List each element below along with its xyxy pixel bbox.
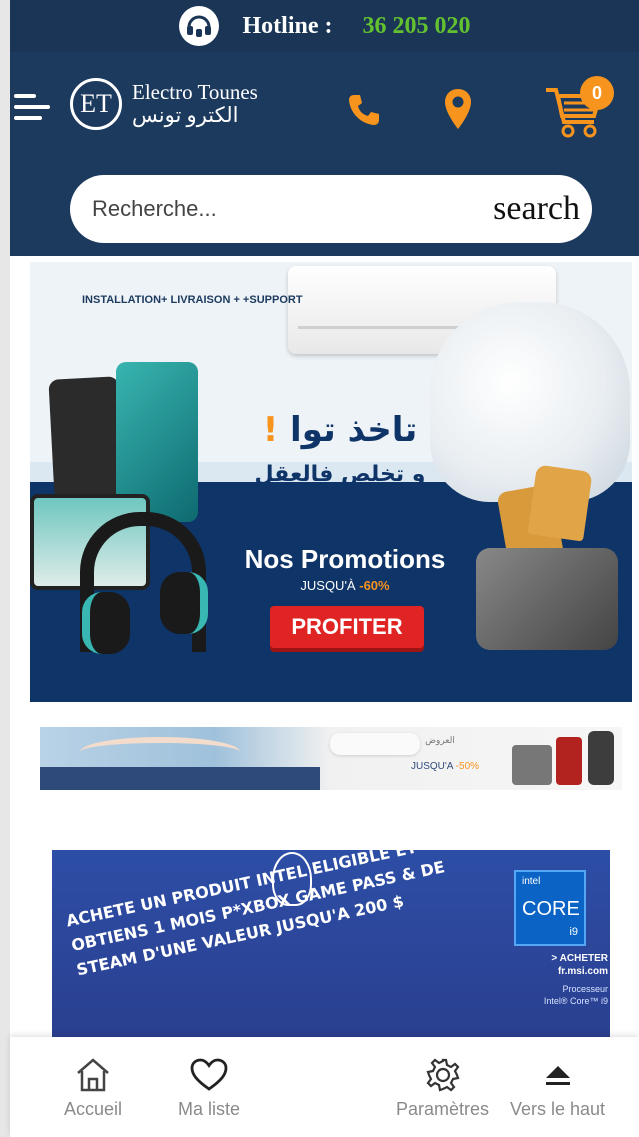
logo-name-en: Electro Tounes bbox=[132, 80, 258, 104]
menu-icon[interactable] bbox=[14, 94, 54, 122]
heart-icon bbox=[189, 1055, 229, 1095]
cart-button[interactable]: 0 bbox=[536, 76, 614, 142]
nav-label: Vers le haut bbox=[510, 1099, 606, 1119]
site-header: Hotline : 36 205 020 ET Electro Tounes ا… bbox=[10, 0, 639, 256]
intel-cta-text: > ACHETER fr.msi.com Processeur Intel® C… bbox=[543, 953, 608, 1006]
nav-item-parametres[interactable]: Paramètres bbox=[396, 1055, 489, 1120]
banner-arabic-subtitle: و تخلص فالعقل bbox=[254, 462, 426, 487]
banner-arabic-label: العروض bbox=[425, 735, 455, 745]
banner-services-text: INSTALLATION+ LIVRAISON + +SUPPORT bbox=[82, 294, 303, 306]
nav-label: Paramètres bbox=[396, 1099, 490, 1119]
banner-arabic-title: ! تاخذ توا bbox=[262, 410, 418, 450]
profiter-button[interactable]: PROFITER bbox=[270, 606, 424, 648]
location-pin-icon[interactable] bbox=[440, 86, 476, 132]
search-input[interactable] bbox=[92, 196, 494, 222]
banner-discount-text: JUSQU'À -60% bbox=[300, 578, 390, 593]
bottom-navigation: Accueil Ma liste Paramètres Vers le haut bbox=[10, 1037, 639, 1137]
arrow-up-icon bbox=[538, 1055, 578, 1095]
appliance-image bbox=[512, 745, 552, 785]
gear-icon bbox=[423, 1055, 463, 1095]
promo-banner-intel[interactable]: ACHETE UN PRODUIT INTEL ELIGIBLE ET OBTI… bbox=[52, 850, 610, 1040]
banner-promo-title: Nos Promotions bbox=[244, 544, 446, 574]
banner-discount-text: JUSQU'A -50% bbox=[410, 761, 480, 772]
promo-banner-secondary[interactable]: العروض JUSQU'A -50% bbox=[40, 727, 622, 790]
headphones-cup bbox=[82, 592, 130, 654]
home-icon bbox=[73, 1055, 113, 1095]
nav-item-accueil[interactable]: Accueil bbox=[64, 1055, 122, 1120]
logo[interactable]: ET Electro Tounes الكترو تونس bbox=[70, 78, 258, 130]
appliance-image bbox=[588, 731, 614, 785]
headset-icon bbox=[178, 6, 219, 46]
nav-label: Accueil bbox=[64, 1099, 123, 1119]
cart-count-badge: 0 bbox=[580, 76, 614, 110]
nav-label: Ma liste bbox=[178, 1099, 241, 1119]
nav-item-ma-liste[interactable]: Ma liste bbox=[178, 1055, 240, 1120]
promo-banner-main[interactable]: INSTALLATION+ LIVRAISON + +SUPPORT ! تاخ… bbox=[30, 262, 632, 702]
search-button[interactable]: search bbox=[493, 190, 580, 228]
nav-row: ET Electro Tounes الكترو تونس 0 bbox=[10, 60, 639, 152]
logo-name-ar: الكترو تونس bbox=[132, 103, 239, 127]
headphones-cup bbox=[160, 572, 208, 634]
intel-promo-text: ACHETE UN PRODUIT INTEL ELIGIBLE ET OBTI… bbox=[64, 850, 447, 980]
left-edge-strip bbox=[0, 0, 10, 1137]
logo-monogram: ET bbox=[70, 78, 122, 130]
yoga-person-image bbox=[80, 737, 240, 767]
hotline-bar: Hotline : 36 205 020 bbox=[10, 0, 639, 52]
banner-mat bbox=[40, 767, 320, 790]
polar-bear-image bbox=[430, 302, 630, 502]
hotline-number[interactable]: 36 205 020 bbox=[363, 13, 471, 40]
search-bar: search bbox=[70, 175, 592, 243]
toaster-image bbox=[476, 548, 618, 650]
intel-core-logo: intel CORE i9 bbox=[514, 870, 586, 946]
appliance-image bbox=[556, 737, 582, 785]
hotline-label: Hotline : bbox=[242, 12, 333, 39]
nav-item-vers-le-haut[interactable]: Vers le haut bbox=[510, 1055, 605, 1120]
toast-image bbox=[527, 464, 593, 542]
phone-icon[interactable] bbox=[344, 90, 384, 130]
